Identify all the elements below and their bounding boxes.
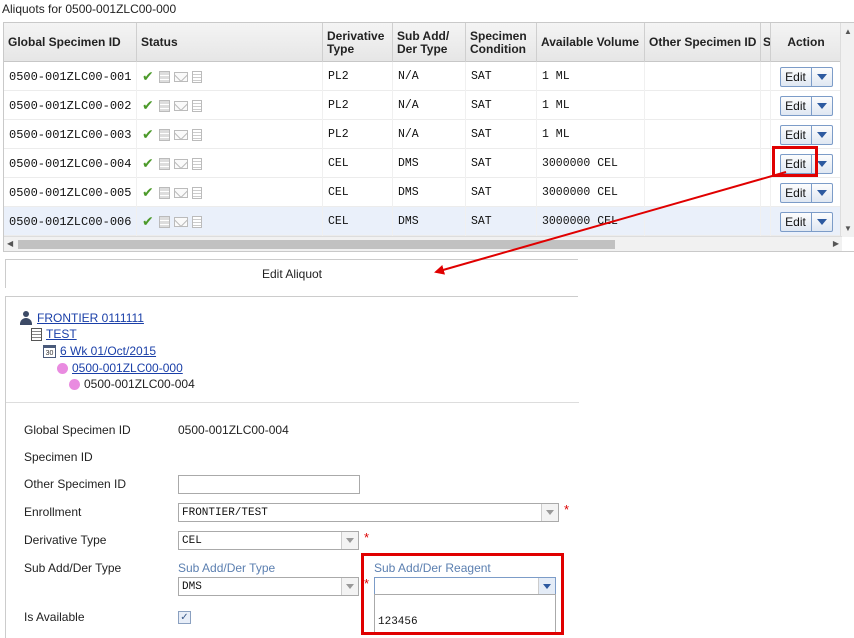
annotation-arrow [434,171,787,275]
arrow-line [434,171,787,275]
